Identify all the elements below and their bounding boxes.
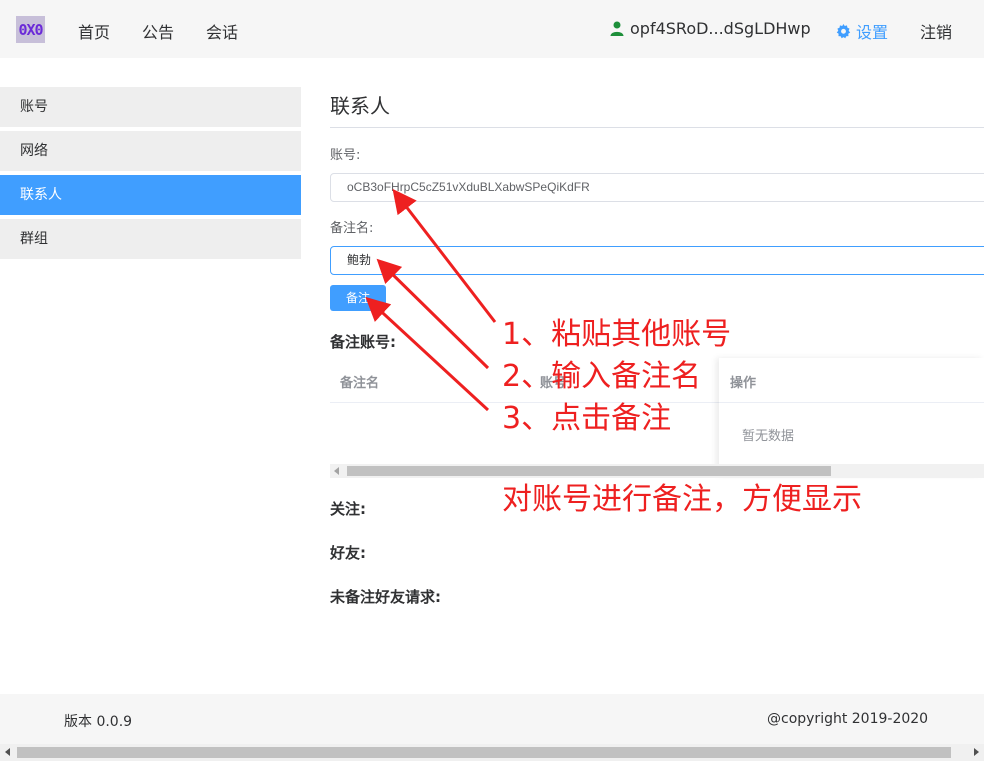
table-empty-text: 暂无数据 — [742, 429, 795, 444]
settings-link[interactable]: 设置 — [836, 19, 888, 43]
scroll-left-icon[interactable] — [334, 467, 339, 475]
column-remark-name[interactable]: 备注名 — [340, 372, 379, 391]
nav-sessions[interactable]: 会话 — [206, 19, 238, 43]
page: 0X0 首页 公告 会话 opf4SRoD...dSgLDHwp 设置 注销 账… — [0, 0, 984, 761]
annotation-step1: 1、粘贴其他账号 — [502, 317, 732, 352]
arrow-to-remark-input — [376, 258, 490, 370]
top-navbar: 0X0 首页 公告 会话 opf4SRoD...dSgLDHwp 设置 注销 — [0, 0, 984, 58]
nav-home[interactable]: 首页 — [78, 19, 110, 43]
remark-name-input[interactable]: 鲍勃 — [330, 246, 984, 275]
sidebar-item-contacts[interactable]: 联系人 — [0, 175, 301, 215]
remarked-accounts-heading: 备注账号: — [330, 333, 396, 351]
title-divider — [330, 127, 984, 128]
page-title: 联系人 — [330, 94, 390, 118]
settings-label: 设置 — [856, 23, 889, 42]
logout-link[interactable]: 注销 — [920, 19, 952, 43]
copyright-label: @copyright 2019-2020 — [767, 711, 929, 727]
user-icon — [610, 21, 624, 36]
remarks-table-fixed-column: 操作 — [719, 358, 984, 475]
remark-button[interactable]: 备注 — [330, 285, 386, 311]
scroll-right-icon[interactable] — [974, 748, 979, 756]
page-horizontal-scrollbar[interactable] — [0, 744, 984, 761]
version-label: 版本 0.0.9 — [64, 714, 133, 730]
gear-icon — [836, 23, 851, 38]
account-input[interactable]: oCB3oFHrpC5cZ51vXduBLXabwSPeQiKdFR — [330, 173, 984, 202]
app-logo[interactable]: 0X0 — [16, 16, 45, 43]
nav-announcements[interactable]: 公告 — [142, 19, 174, 43]
column-actions: 操作 — [730, 376, 757, 391]
sidebar-item-groups[interactable]: 群组 — [0, 219, 301, 259]
username-label: opf4SRoD...dSgLDHwp — [630, 19, 811, 38]
scroll-left-icon[interactable] — [5, 748, 10, 756]
page-scroll-thumb[interactable] — [17, 747, 951, 758]
annotation-summary: 对账号进行备注，方便显示 — [502, 482, 862, 517]
sidebar-item-account[interactable]: 账号 — [0, 87, 301, 127]
footer: 版本 0.0.9 @copyright 2019-2020 — [0, 694, 984, 744]
account-field-label: 账号: — [330, 148, 361, 163]
pending-requests-heading: 未备注好友请求: — [330, 588, 441, 606]
table-divider — [719, 402, 984, 403]
sidebar-item-network[interactable]: 网络 — [0, 131, 301, 171]
user-menu[interactable]: opf4SRoD...dSgLDHwp — [610, 19, 811, 38]
annotation-step2: 2、输入备注名 — [502, 359, 702, 394]
annotation-step3: 3、点击备注 — [502, 401, 672, 436]
friends-heading: 好友: — [330, 544, 366, 562]
follow-heading: 关注: — [330, 500, 366, 518]
remark-field-label: 备注名: — [330, 221, 374, 236]
